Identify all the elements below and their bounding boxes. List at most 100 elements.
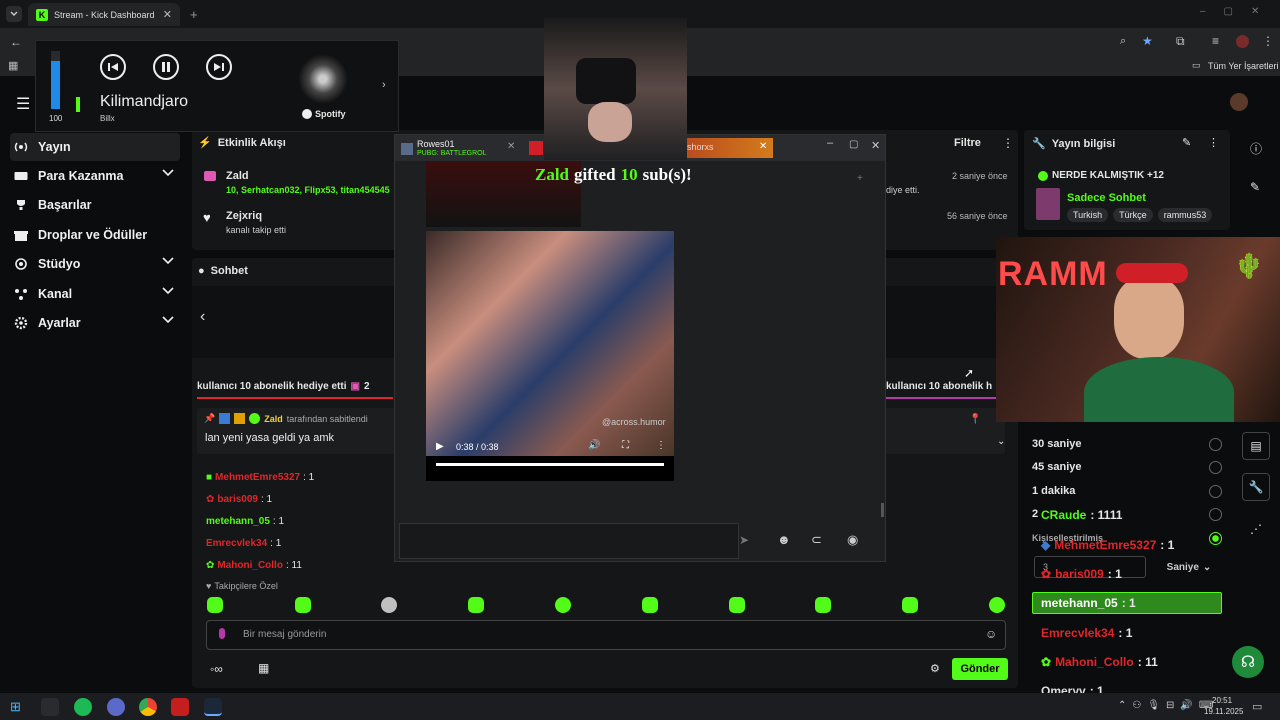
leader-name[interactable]: baris009 [1055, 567, 1104, 581]
reaction-icon[interactable]: + [857, 173, 863, 184]
send-button[interactable]: Gönder [952, 658, 1008, 680]
tag[interactable]: rammus53 [1157, 208, 1213, 222]
media-icon[interactable]: ≡ [1212, 34, 1219, 48]
video-player[interactable]: @across.humor ▶ 0:38 / 0:38 🔊 ⛶ ⋮ [426, 231, 674, 481]
filter-button[interactable]: Filtre [954, 137, 981, 149]
leader-name[interactable]: CRaude [1041, 508, 1086, 522]
bookmark-star-icon[interactable]: ★ [1142, 34, 1153, 48]
attach-icon[interactable]: ⊂ [811, 532, 822, 548]
all-bookmarks[interactable]: Tüm Yer İşaretleri [1208, 61, 1279, 71]
chevron-right-icon[interactable]: › [382, 79, 386, 91]
tab-close-icon[interactable]: ✕ [759, 141, 767, 152]
radio-button[interactable] [1209, 437, 1222, 451]
user-avatar[interactable] [1230, 93, 1248, 111]
leader-name[interactable]: Mahoni_Collo [217, 555, 283, 577]
more-icon[interactable]: ⋮ [1002, 136, 1014, 150]
leader-name[interactable]: Emrecvlek34 [1041, 626, 1114, 640]
activity-user[interactable]: Zejxriq [226, 210, 262, 222]
sidebar-item-kanal[interactable]: Kanal [10, 280, 180, 308]
emoji-icon[interactable]: ☻ [777, 532, 791, 547]
pinned-by-user[interactable]: Zald [264, 414, 283, 424]
emote-icon[interactable] [295, 597, 311, 613]
window-controls[interactable]: –▢✕ [1200, 6, 1277, 17]
leader-name[interactable]: MehmetEmre5327 [1054, 538, 1156, 552]
sidebar-item-para-kazanma[interactable]: Para Kazanma [10, 162, 180, 190]
duration-option[interactable]: 1 dakika [1032, 481, 1222, 501]
emote-icon[interactable] [207, 597, 223, 613]
video-options-icon[interactable]: ⋮ [656, 440, 666, 451]
tag[interactable]: Turkish [1067, 208, 1109, 222]
leader-name[interactable]: metehann_05 [1041, 596, 1118, 610]
next-track-icon[interactable] [206, 54, 232, 80]
radio-button[interactable] [1209, 484, 1222, 498]
fullscreen-icon[interactable]: ⛶ [622, 440, 629, 451]
close-icon[interactable]: ✕ [871, 139, 880, 152]
hamburger-menu-icon[interactable]: ☰ [16, 94, 30, 114]
leader-name[interactable]: Mahoni_Collo [1055, 655, 1134, 669]
emote-icon[interactable] [642, 597, 658, 613]
chevron-down-icon[interactable]: ⌄ [997, 436, 1005, 447]
sidebar-item-droplar[interactable]: Droplar ve Ödüller [10, 221, 180, 249]
leader-name[interactable]: MehmetEmre5327 [215, 467, 300, 489]
profile-avatar[interactable] [1236, 35, 1249, 48]
tab-avatar[interactable] [529, 141, 543, 155]
send-arrow-icon[interactable]: ➤ [739, 533, 749, 547]
layout-icon[interactable]: ▤ [1242, 432, 1270, 460]
radio-button[interactable] [1209, 507, 1222, 521]
chrome-taskbar-icon[interactable] [139, 698, 157, 716]
emote-icon[interactable] [815, 597, 831, 613]
microphone-icon[interactable] [219, 628, 225, 639]
unpin-icon[interactable]: 📍 [969, 414, 981, 425]
leader-name[interactable]: metehann_05 [206, 511, 270, 533]
minimize-icon[interactable]: – [827, 137, 833, 149]
scrollbar[interactable] [881, 503, 884, 517]
emoji-icon[interactable]: ☺ [985, 627, 997, 641]
stream-category[interactable]: Sadece Sohbet [1067, 192, 1146, 204]
popup-input[interactable] [399, 523, 739, 559]
video-progress[interactable] [436, 463, 664, 466]
emote-icon[interactable] [729, 597, 745, 613]
activity-user[interactable]: Zald [226, 170, 249, 182]
tab-list-icon[interactable] [6, 6, 22, 22]
chevron-down-icon[interactable] [162, 287, 174, 295]
chat-input[interactable]: Bir mesaj gönderin ☺ [206, 620, 1006, 650]
radio-button-selected[interactable] [1209, 531, 1222, 545]
emote-icon[interactable] [989, 597, 1005, 613]
leader-name[interactable]: Emrecvlek34 [206, 533, 267, 555]
app-icon[interactable] [41, 698, 59, 716]
windows-start-icon[interactable]: ⊞ [10, 699, 21, 715]
menu-icon[interactable]: ⋮ [1262, 34, 1274, 48]
duration-option[interactable]: 45 saniye [1032, 457, 1222, 477]
more-icon[interactable]: ⋮ [1208, 136, 1219, 149]
previous-track-icon[interactable] [100, 54, 126, 80]
support-chat-icon[interactable]: ☊ [1232, 646, 1264, 678]
zoom-icon[interactable]: ⌕ [1120, 35, 1126, 48]
tag[interactable]: Türkçe [1113, 208, 1153, 222]
volume-icon[interactable]: 🔊 [588, 440, 600, 451]
chat-settings-icon[interactable]: ⚙ [930, 662, 940, 675]
steam-taskbar-icon[interactable] [204, 698, 222, 716]
sidebar-item-ayarlar[interactable]: Ayarlar [10, 309, 180, 337]
radio-button[interactable] [1209, 460, 1222, 474]
chevron-down-icon[interactable] [162, 257, 174, 265]
maximize-icon[interactable]: ▢ [849, 139, 858, 150]
chevron-down-icon[interactable] [162, 169, 174, 177]
connections-icon[interactable]: ⋰ [1250, 522, 1262, 536]
pause-icon[interactable] [153, 54, 179, 80]
tab-close-icon[interactable]: ✕ [163, 8, 172, 21]
play-icon[interactable]: ▶ [436, 441, 444, 452]
chevron-down-icon[interactable] [162, 316, 174, 324]
emote-icon[interactable] [555, 597, 571, 613]
duration-option[interactable]: 30 saniye [1032, 434, 1222, 454]
gif-icon[interactable]: ◉ [847, 532, 858, 548]
back-icon[interactable]: ← [10, 35, 22, 49]
sidebar-item-studyo[interactable]: Stüdyo [10, 250, 180, 278]
new-tab-icon[interactable]: + [190, 7, 198, 22]
apps-icon[interactable]: ▦ [8, 59, 18, 72]
sidebar-item-yayin[interactable]: Yayın [10, 133, 180, 161]
store-icon[interactable]: ▦ [258, 661, 269, 675]
info-icon[interactable]: ⓘ [1250, 140, 1262, 157]
unit-select[interactable]: Saniye ⌄ [1156, 556, 1222, 578]
browser-tab[interactable]: K Stream - Kick Dashboard ✕ [28, 3, 180, 26]
popup-tab[interactable]: Rowes01 PUBG: BATTLEGROL [401, 139, 521, 159]
